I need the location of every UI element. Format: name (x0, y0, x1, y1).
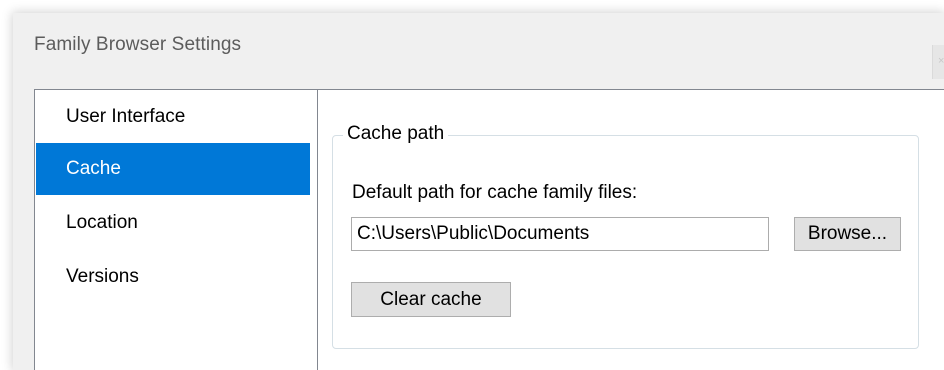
category-item-label: Versions (66, 266, 139, 287)
clear-cache-button[interactable]: Clear cache (351, 282, 511, 317)
category-item-label: Cache (66, 158, 121, 179)
settings-window: Family Browser Settings × User Interface… (13, 13, 944, 370)
cache-path-input[interactable] (351, 217, 769, 251)
window-title: Family Browser Settings (34, 34, 242, 55)
category-item-label: Location (66, 212, 138, 233)
close-button[interactable]: × (932, 45, 944, 79)
category-item-versions[interactable]: Versions (36, 251, 310, 303)
category-item-cache[interactable]: Cache (36, 143, 310, 195)
title-bar: Family Browser Settings × (13, 13, 944, 81)
cache-path-group: Cache path Default path for cache family… (332, 122, 919, 349)
screen: Family Browser Settings × User Interface… (0, 0, 944, 370)
cache-path-label: Default path for cache family files: (352, 182, 638, 203)
close-icon: × (938, 55, 944, 67)
category-item-label: User Interface (66, 106, 186, 127)
category-item-location[interactable]: Location (36, 197, 310, 249)
browse-button[interactable]: Browse... (794, 217, 901, 251)
category-list: User Interface Cache Location Versions (34, 89, 318, 370)
category-item-user-interface[interactable]: User Interface (36, 91, 310, 143)
cache-settings-panel: Cache path Default path for cache family… (317, 89, 944, 370)
cache-path-group-title: Cache path (343, 122, 449, 146)
